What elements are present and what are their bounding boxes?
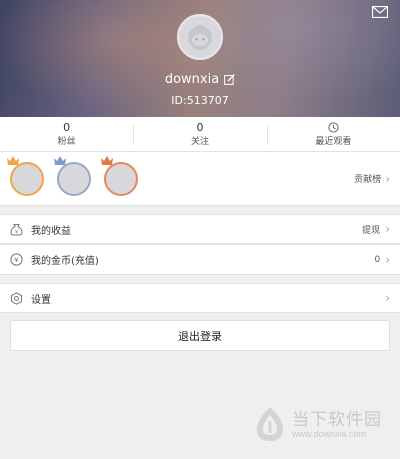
contributor-avatar-silver[interactable] xyxy=(54,156,91,196)
watermark-name: 当下软件园 xyxy=(292,410,382,430)
avatar-placeholder-icon xyxy=(188,24,212,50)
menu-item-settings[interactable]: 设置 › xyxy=(0,283,400,313)
menu-item-earnings[interactable]: ¥ 我的收益 提现 › xyxy=(0,214,400,244)
stat-recent[interactable]: 最近观看 xyxy=(266,117,400,151)
stats-bar: 0 粉丝 0 关注 最近观看 xyxy=(0,117,400,152)
chevron-right-icon: › xyxy=(385,222,390,236)
crown-icon xyxy=(101,156,113,165)
coins-label: 我的金币(充值) xyxy=(31,256,99,267)
earnings-label: 我的收益 xyxy=(31,225,71,237)
coins-value: 0 xyxy=(374,254,381,265)
contribution-ranking-label: 贡献榜 xyxy=(354,175,382,185)
following-label: 关注 xyxy=(190,136,209,147)
chevron-right-icon: › xyxy=(385,252,390,267)
settings-gear-icon xyxy=(11,291,22,305)
contributors-row[interactable]: 贡献榜 › xyxy=(0,152,400,206)
recent-label: 最近观看 xyxy=(315,136,352,147)
profile-header: downxia ID:513707 xyxy=(0,0,400,117)
following-count: 0 xyxy=(196,120,204,134)
svg-text:¥: ¥ xyxy=(14,256,19,264)
withdraw-link[interactable]: 提现 xyxy=(362,223,380,236)
contributor-avatar-bronze[interactable] xyxy=(101,156,138,196)
stat-fans[interactable]: 0 粉丝 xyxy=(0,117,133,151)
watermark-url: www.downxia.com xyxy=(292,429,367,439)
logout-button[interactable]: 退出登录 xyxy=(10,320,390,351)
avatar[interactable] xyxy=(177,14,223,60)
watermark-logo-icon xyxy=(257,407,283,441)
edit-icon[interactable] xyxy=(224,74,236,85)
menu-item-coins[interactable]: ¥ 我的金币(充值) 0 › xyxy=(0,244,400,275)
contributor-avatar-gold[interactable] xyxy=(7,156,44,196)
user-id: ID:513707 xyxy=(171,94,229,107)
fans-label: 粉丝 xyxy=(57,136,76,147)
svg-text:¥: ¥ xyxy=(15,229,18,235)
fans-count: 0 xyxy=(63,120,71,134)
chevron-right-icon: › xyxy=(385,291,390,305)
settings-label: 设置 xyxy=(31,294,51,306)
crown-icon xyxy=(54,156,66,165)
chevron-right-icon: › xyxy=(385,171,390,186)
crown-icon xyxy=(7,156,19,165)
contribution-ranking-link[interactable]: 贡献榜 › xyxy=(354,171,390,186)
coin-icon: ¥ xyxy=(10,253,23,266)
username: downxia xyxy=(164,72,220,87)
stat-following[interactable]: 0 关注 xyxy=(133,117,266,151)
mail-icon[interactable] xyxy=(372,6,388,18)
username-row: downxia xyxy=(0,72,400,87)
clock-icon xyxy=(328,121,339,133)
money-bag-icon: ¥ xyxy=(10,223,23,235)
